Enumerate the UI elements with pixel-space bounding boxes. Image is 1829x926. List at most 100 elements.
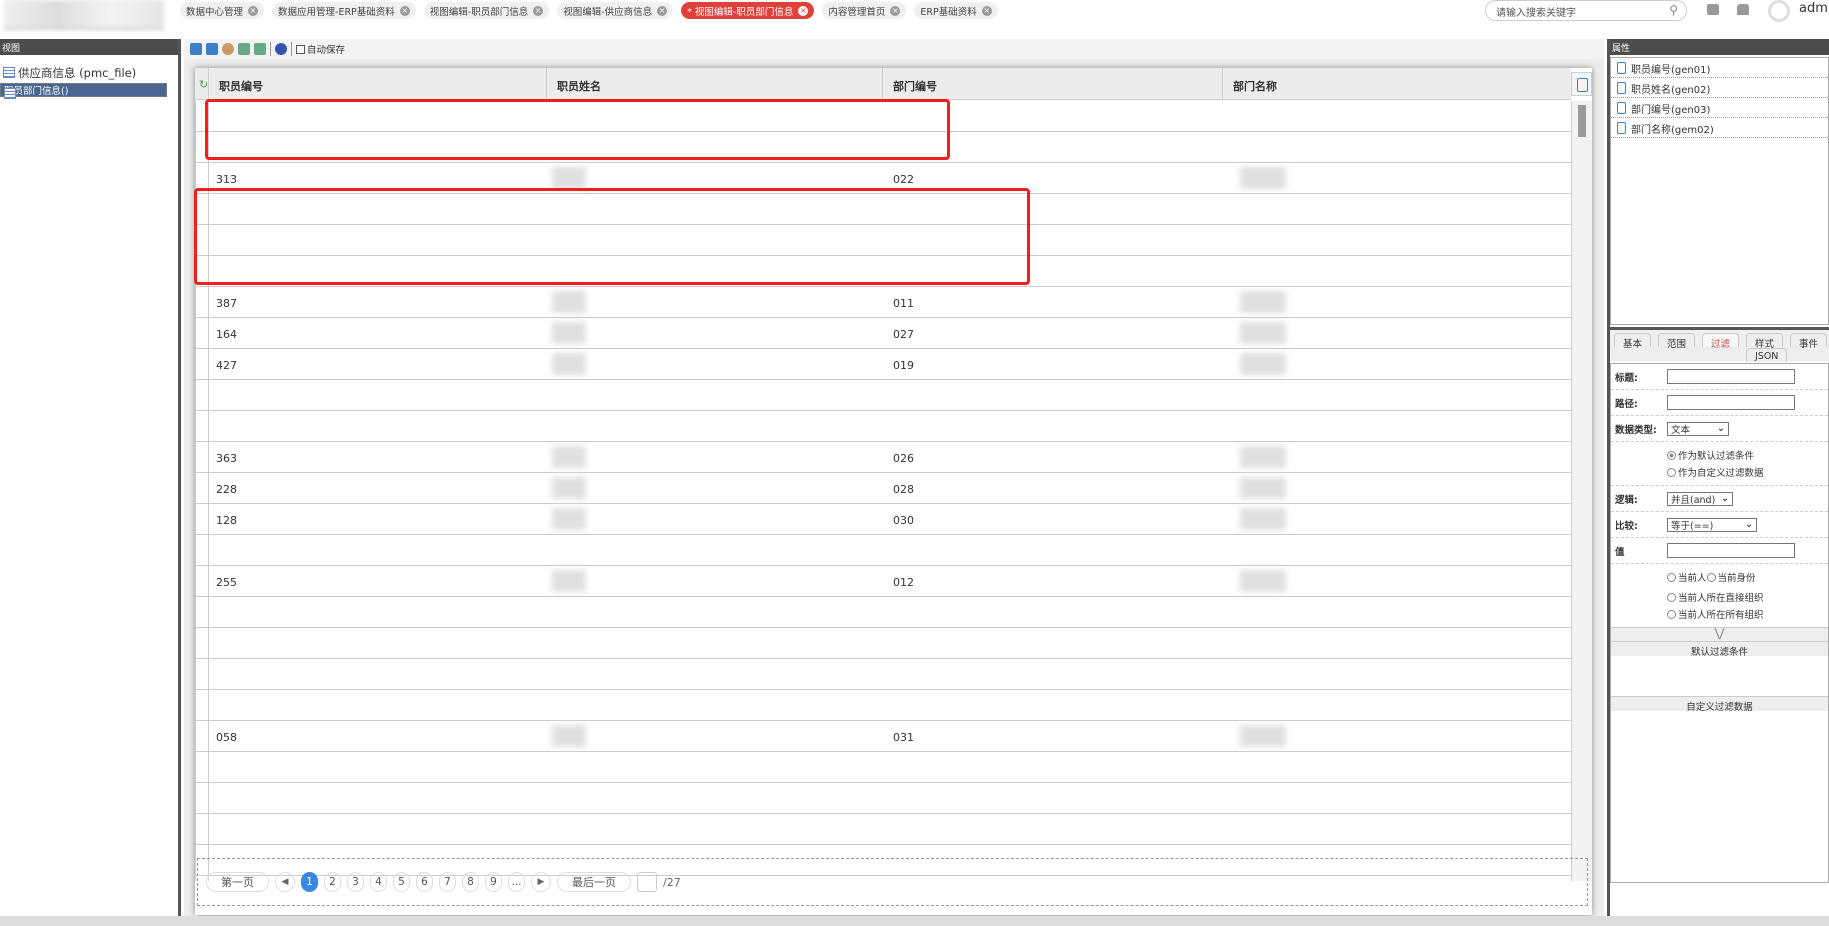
column-settings-icon[interactable] (1571, 72, 1592, 96)
radio-icon[interactable] (1667, 467, 1676, 477)
table-row[interactable] (196, 752, 1571, 783)
scrollbar-thumb[interactable] (1578, 105, 1586, 137)
compare-select[interactable]: 等于(==) ⌄ (1667, 517, 1757, 532)
page-button[interactable]: 5 (393, 872, 410, 892)
title-input[interactable] (1667, 369, 1795, 384)
page-button[interactable]: 4 (370, 872, 387, 892)
table-row[interactable] (196, 535, 1571, 566)
page-button[interactable]: 1 (301, 872, 318, 892)
avatar[interactable] (1768, 0, 1790, 22)
logic-select[interactable]: 并且(and) ⌄ (1667, 491, 1733, 506)
radio-icon[interactable] (1706, 572, 1716, 582)
export-icon[interactable] (254, 43, 266, 55)
autosave-checkbox[interactable]: 自动保存 (296, 42, 345, 56)
radio-custom-filter[interactable]: 作为自定义过滤数据 (1667, 465, 1828, 479)
shirt-icon[interactable] (1737, 4, 1749, 15)
close-icon[interactable]: × (890, 5, 901, 16)
last-page-button[interactable]: 最后一页 (557, 872, 631, 892)
table-row[interactable]: 427 019 (196, 349, 1571, 380)
save-icon[interactable] (190, 43, 202, 55)
radio-icon[interactable] (1667, 450, 1676, 460)
tab-event[interactable]: 事件 (1790, 333, 1828, 350)
next-page-icon[interactable]: ▶ (531, 872, 551, 892)
tab-range[interactable]: 范围 (1658, 333, 1696, 350)
table-row[interactable] (196, 659, 1571, 690)
radio-default-filter[interactable]: 作为默认过滤条件 (1667, 448, 1828, 462)
tab-basic[interactable]: 基本 (1614, 333, 1652, 350)
table-row[interactable]: 255 012 (196, 566, 1571, 597)
field-item[interactable]: 部门编号(gen03) (1611, 98, 1828, 118)
path-input[interactable] (1667, 395, 1795, 410)
column-header[interactable]: 职员编号 (208, 68, 546, 100)
table-row[interactable] (196, 783, 1571, 814)
radio-current-identity[interactable]: 当前身份 (1706, 570, 1756, 584)
table-row[interactable]: 387 011 (196, 287, 1571, 318)
tab-3[interactable]: 视图编辑-供应商信息 × (557, 2, 674, 19)
table-row[interactable] (196, 380, 1571, 411)
table-row[interactable] (196, 814, 1571, 845)
close-icon[interactable]: × (248, 5, 259, 16)
close-icon[interactable]: × (798, 5, 809, 16)
radio-icon[interactable] (1667, 592, 1676, 602)
tab-json[interactable]: JSON (1746, 348, 1788, 362)
radio-all-org[interactable]: 当前人所在所有组织 (1667, 607, 1828, 621)
tab-5[interactable]: 内容管理首页 × (822, 2, 907, 19)
tab-2[interactable]: 视图编辑-职员部门信息 × (423, 2, 550, 19)
user-name[interactable]: admin (1799, 1, 1829, 16)
table-row[interactable]: 363 026 (196, 442, 1571, 473)
column-header[interactable]: 部门名称 (1222, 68, 1571, 100)
close-icon[interactable]: × (981, 5, 992, 16)
table-row[interactable]: 128 030 (196, 504, 1571, 535)
search-input[interactable]: 请输入搜索关键字 ⚲ (1485, 0, 1687, 21)
tab-4[interactable]: * 视图编辑-职员部门信息 × (681, 2, 815, 19)
refresh-icon[interactable]: ↻ (199, 78, 208, 91)
tab-filter[interactable]: 过滤 (1702, 333, 1740, 350)
view-item-supplier[interactable]: 供应商信息 (pmc_file) (0, 63, 167, 81)
page-button[interactable]: 8 (462, 872, 479, 892)
page-jump-input[interactable] (637, 872, 657, 892)
tab-0[interactable]: 数据中心管理 × (180, 2, 265, 19)
vertical-scrollbar[interactable] (1571, 101, 1592, 881)
field-item[interactable]: 部门名称(gem02) (1611, 118, 1828, 138)
help-icon[interactable] (275, 43, 287, 55)
view-item-staff-dept[interactable]: 职员部门信息() (0, 83, 167, 99)
table-row[interactable] (196, 628, 1571, 659)
collapse-chevron-icon[interactable]: ⋁ (1611, 627, 1828, 641)
column-header[interactable]: 部门编号 (882, 68, 1222, 100)
datatype-select[interactable]: 文本 ⌄ (1667, 421, 1729, 436)
preview-icon[interactable] (222, 43, 234, 55)
page-button[interactable]: 3 (347, 872, 364, 892)
first-page-button[interactable]: 第一页 (206, 872, 269, 892)
tab-6[interactable]: ERP基础资料 × (914, 2, 998, 19)
prev-page-icon[interactable]: ◀ (275, 872, 295, 892)
close-icon[interactable]: × (399, 5, 410, 16)
page-button[interactable]: 9 (485, 872, 502, 892)
value-input[interactable] (1667, 543, 1795, 558)
radio-current-person[interactable]: 当前人 (1667, 570, 1707, 584)
page-button[interactable]: 6 (416, 872, 433, 892)
table-row[interactable]: 164 027 (196, 318, 1571, 349)
radio-icon[interactable] (1667, 572, 1676, 582)
message-icon[interactable] (1707, 4, 1719, 15)
page-button[interactable]: 2 (324, 872, 341, 892)
search-icon[interactable]: ⚲ (1669, 3, 1678, 17)
table-row[interactable] (196, 690, 1571, 721)
tab-1[interactable]: 数据应用管理-ERP基础资料 × (272, 2, 416, 19)
page-button[interactable]: 7 (439, 872, 456, 892)
save-as-icon[interactable] (206, 43, 218, 55)
table-row[interactable] (196, 411, 1571, 442)
table-row[interactable] (196, 597, 1571, 628)
tab-style[interactable]: 样式 (1746, 333, 1784, 350)
close-icon[interactable]: × (657, 5, 668, 16)
radio-icon[interactable] (1667, 609, 1676, 619)
field-item[interactable]: 职员姓名(gen02) (1611, 78, 1828, 98)
page-button[interactable]: ... (508, 872, 525, 892)
import-icon[interactable] (238, 43, 250, 55)
table-row[interactable]: 058 031 (196, 721, 1571, 752)
checkbox-icon[interactable] (296, 44, 305, 54)
column-header[interactable]: 职员姓名 (546, 68, 882, 100)
close-icon[interactable]: × (533, 5, 544, 16)
field-item[interactable]: 职员编号(gen01) (1611, 58, 1828, 78)
radio-direct-org[interactable]: 当前人所在直接组织 (1667, 590, 1828, 604)
table-row[interactable]: 228 028 (196, 473, 1571, 504)
